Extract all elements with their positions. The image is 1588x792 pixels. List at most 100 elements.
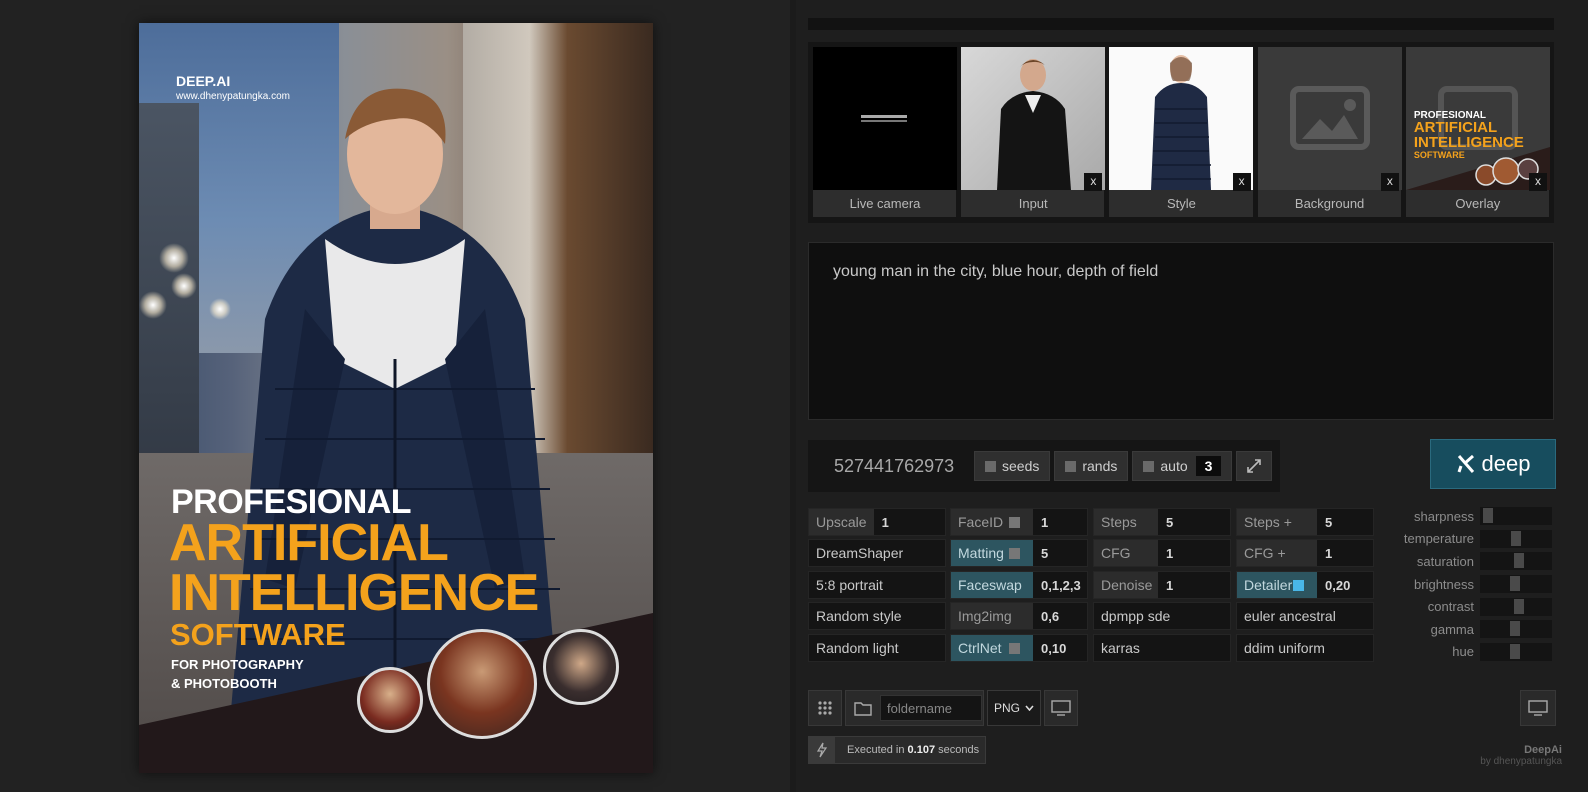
faceswap-value[interactable]: 0,1,2,3 xyxy=(1033,578,1081,593)
stepsplus-value[interactable]: 5 xyxy=(1317,515,1332,530)
portrait-circle-3 xyxy=(543,629,619,705)
thumb-overlay[interactable]: PROFESIONAL ARTIFICIAL INTELLIGENCE SOFT… xyxy=(1405,47,1550,217)
prompt-textarea[interactable]: young man in the city, blue hour, depth … xyxy=(808,242,1554,420)
scheduler2-select[interactable]: ddim uniform xyxy=(1236,634,1374,662)
thumb-background[interactable]: x Background xyxy=(1257,47,1402,217)
thumb-label: Style xyxy=(1166,196,1196,211)
slider-track[interactable] xyxy=(1480,507,1552,526)
sampler2-select[interactable]: euler ancestral xyxy=(1236,602,1374,630)
slider-handle[interactable] xyxy=(1509,643,1520,659)
slider-handle[interactable] xyxy=(1511,530,1521,546)
faceid-label[interactable]: FaceID xyxy=(951,509,1033,535)
preview-image: DEEP.AI www.dhenypatungka.com PROFESIONA… xyxy=(139,23,653,773)
close-icon[interactable]: x xyxy=(1232,173,1251,191)
steps-setting[interactable]: Steps 5 xyxy=(1093,508,1231,536)
slider-label: saturation xyxy=(1416,553,1474,569)
ratio-select[interactable]: 5:8 portrait xyxy=(808,571,946,599)
slider-handle[interactable] xyxy=(1509,576,1520,592)
stepsplus-setting[interactable]: Steps +5 xyxy=(1236,508,1374,536)
expand-button[interactable] xyxy=(1236,451,1273,481)
upscale-value[interactable]: 1 xyxy=(874,515,889,530)
faceid-text: FaceID xyxy=(958,514,1004,530)
faceswap-setting[interactable]: Faceswap 0,1,2,3 xyxy=(950,571,1088,599)
thumb-label: Overlay xyxy=(1455,196,1501,211)
slider-label: contrast xyxy=(1427,599,1474,615)
seeds-button[interactable]: seeds xyxy=(974,451,1051,481)
slider-track[interactable] xyxy=(1480,597,1552,616)
slider-handle[interactable] xyxy=(1514,598,1525,614)
slider-handle[interactable] xyxy=(1514,553,1525,569)
thumb-label: Background xyxy=(1294,196,1365,211)
detailer-setting[interactable]: Detailer 0,20 xyxy=(1236,571,1374,599)
auto-label: auto xyxy=(1160,458,1188,474)
rands-button[interactable]: rands xyxy=(1054,451,1129,481)
close-icon[interactable]: x xyxy=(1529,173,1548,191)
cfgplus-setting[interactable]: CFG +1 xyxy=(1236,539,1374,567)
img2img-label[interactable]: Img2img xyxy=(951,603,1033,629)
matting-label[interactable]: Matting xyxy=(951,540,1033,566)
seed-value[interactable]: 527441762973 xyxy=(814,456,974,477)
detailer-label[interactable]: Detailer xyxy=(1237,572,1317,598)
light-select[interactable]: Random light xyxy=(808,634,946,662)
slider-track[interactable] xyxy=(1480,620,1552,639)
scheduler1-value: karras xyxy=(1101,640,1140,656)
close-icon[interactable]: x xyxy=(1084,173,1103,191)
image-placeholder-icon xyxy=(1289,86,1370,150)
model-select[interactable]: DreamShaper xyxy=(808,539,946,567)
slider-hue: hue xyxy=(1394,641,1560,664)
thumb-input[interactable]: x Input xyxy=(961,47,1106,217)
format-value: PNG xyxy=(994,701,1021,715)
matting-setting[interactable]: Matting 5 xyxy=(950,539,1088,567)
slider-handle[interactable] xyxy=(1483,508,1494,524)
cfgplus-value[interactable]: 1 xyxy=(1317,546,1332,561)
detailer-value[interactable]: 0,20 xyxy=(1317,578,1350,593)
img2img-value[interactable]: 0,6 xyxy=(1033,609,1059,624)
checkbox-icon xyxy=(1143,460,1155,472)
deep-generate-button[interactable]: deep xyxy=(1430,439,1556,489)
close-icon[interactable]: x xyxy=(1380,173,1399,191)
format-select[interactable]: PNG xyxy=(987,690,1041,726)
style-select[interactable]: Random style xyxy=(808,602,946,630)
folder-name-input[interactable]: foldername xyxy=(880,695,982,721)
expand-icon xyxy=(1247,459,1262,473)
faceid-setting[interactable]: FaceID 1 xyxy=(950,508,1088,536)
status-time: 0.107 xyxy=(907,744,936,756)
folder-icon[interactable] xyxy=(854,701,872,716)
auto-count[interactable]: 3 xyxy=(1195,456,1222,476)
denoise-value[interactable]: 1 xyxy=(1158,578,1173,593)
execution-status: Executed in 0.107 seconds xyxy=(808,736,986,764)
steps-value[interactable]: 5 xyxy=(1158,515,1173,530)
cfg-value[interactable]: 1 xyxy=(1158,546,1173,561)
ctrlnet-label[interactable]: CtrlNet xyxy=(951,635,1033,661)
thumb-live-camera[interactable]: Live camera xyxy=(813,47,957,217)
ctrlnet-setting[interactable]: CtrlNet 0,10 xyxy=(950,634,1088,662)
matting-value[interactable]: 5 xyxy=(1033,546,1048,561)
upscale-setting[interactable]: Upscale 1 xyxy=(808,508,946,536)
ctrlnet-value[interactable]: 0,10 xyxy=(1033,641,1066,656)
img2img-setting[interactable]: Img2img 0,6 xyxy=(950,602,1088,630)
poster-line3: INTELLIGENCE xyxy=(169,564,539,622)
scheduler1-select[interactable]: karras xyxy=(1093,634,1231,662)
denoise-setting[interactable]: Denoise 1 xyxy=(1093,571,1231,599)
portrait-circle-2 xyxy=(427,629,537,739)
thumb-style[interactable]: x Style xyxy=(1109,47,1254,217)
auto-button[interactable]: auto 3 xyxy=(1132,451,1233,481)
fullscreen-monitor-button[interactable] xyxy=(1520,690,1556,726)
slider-track[interactable] xyxy=(1480,529,1552,548)
sampler1-select[interactable]: dpmpp sde xyxy=(1093,602,1231,630)
slider-brightness: brightness xyxy=(1394,573,1560,596)
monitor-button[interactable] xyxy=(1044,690,1078,726)
lightning-icon[interactable] xyxy=(809,737,835,763)
poster-line5: FOR PHOTOGRAPHY xyxy=(171,657,304,672)
cfgplus-label: CFG + xyxy=(1237,540,1317,566)
faceid-value[interactable]: 1 xyxy=(1033,515,1048,530)
slider-handle[interactable] xyxy=(1509,621,1520,637)
slider-track[interactable] xyxy=(1480,642,1552,661)
thumbnail-strip: Live camera x Input x Style x Background… xyxy=(808,42,1554,223)
grid-menu-button[interactable] xyxy=(808,690,842,726)
status-prefix: Executed in xyxy=(847,744,905,756)
slider-track[interactable] xyxy=(1480,575,1552,594)
slider-track[interactable] xyxy=(1480,552,1552,571)
cfg-setting[interactable]: CFG 1 xyxy=(1093,539,1231,567)
faceswap-label[interactable]: Faceswap xyxy=(951,572,1033,598)
